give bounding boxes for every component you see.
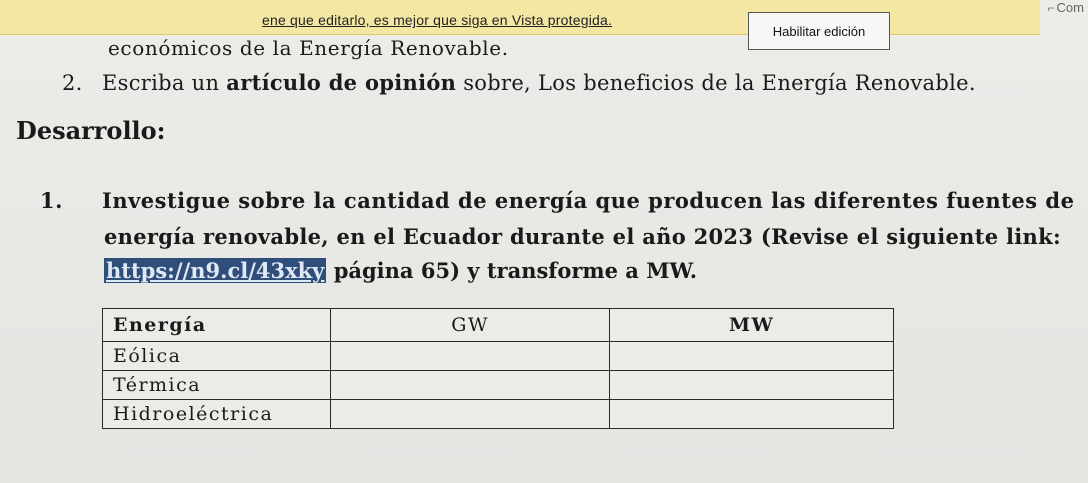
item-2-prefix: Escriba un: [102, 71, 227, 95]
item-2-number: 2.: [62, 71, 83, 95]
header-mw[interactable]: MW: [609, 308, 894, 342]
cell-energy-name[interactable]: Térmica: [102, 370, 331, 400]
comment-icon: ⌐: [1047, 1, 1055, 15]
item-2-rest: sobre, Los beneficios de la Energía Reno…: [456, 71, 976, 95]
question-1-text-3: página 65) y transforme a MW.: [326, 258, 698, 283]
table-row: Térmica: [102, 370, 894, 400]
doc-item-2: 2. Escriba un artículo de opinión sobre, …: [62, 70, 976, 95]
hyperlink[interactable]: https://n9.cl/43xky: [104, 258, 327, 283]
question-1-line-3: https://n9.cl/43xky página 65) y transfo…: [104, 258, 697, 283]
document-page: ene que editarlo, es mejor que siga en V…: [0, 0, 1088, 483]
cell-mw[interactable]: [609, 341, 894, 371]
cell-mw[interactable]: [609, 370, 894, 400]
header-energia[interactable]: Energía: [102, 308, 331, 342]
cell-mw[interactable]: [609, 399, 894, 429]
cell-gw[interactable]: [329, 341, 611, 371]
comments-button[interactable]: ⌐ Com: [1048, 0, 1084, 15]
cell-energy-name[interactable]: Eólica: [102, 341, 331, 371]
question-1-number: 1.: [40, 188, 63, 213]
cell-energy-name[interactable]: Hidroeléctrica: [102, 399, 331, 429]
energy-table: Energía GW MW Eólica Térmica Hidroeléctr…: [102, 308, 894, 429]
comments-label: Com: [1056, 0, 1084, 15]
table-header-row: Energía GW MW: [102, 308, 894, 342]
table-row: Hidroeléctrica: [102, 399, 894, 429]
question-1-line-2: energía renovable, en el Ecuador durante…: [104, 224, 1061, 249]
cell-gw[interactable]: [329, 370, 611, 400]
protected-view-bar: ene que editarlo, es mejor que siga en V…: [0, 0, 1040, 50]
enable-editing-button[interactable]: Habilitar edición: [748, 12, 890, 50]
header-gw[interactable]: GW: [329, 308, 611, 342]
doc-line-economicos: económicos de la Energía Renovable.: [108, 36, 509, 60]
question-1-text-1: Investigue sobre la cantidad de energía …: [102, 188, 1075, 213]
question-1-line-1: 1. Investigue sobre la cantidad de energí…: [40, 188, 1074, 213]
cell-gw[interactable]: [329, 399, 611, 429]
item-2-bold: artículo de opinión: [226, 70, 457, 95]
section-title-desarrollo: Desarrollo:: [16, 116, 166, 145]
protected-view-message[interactable]: ene que editarlo, es mejor que siga en V…: [262, 12, 612, 28]
table-row: Eólica: [102, 341, 894, 371]
